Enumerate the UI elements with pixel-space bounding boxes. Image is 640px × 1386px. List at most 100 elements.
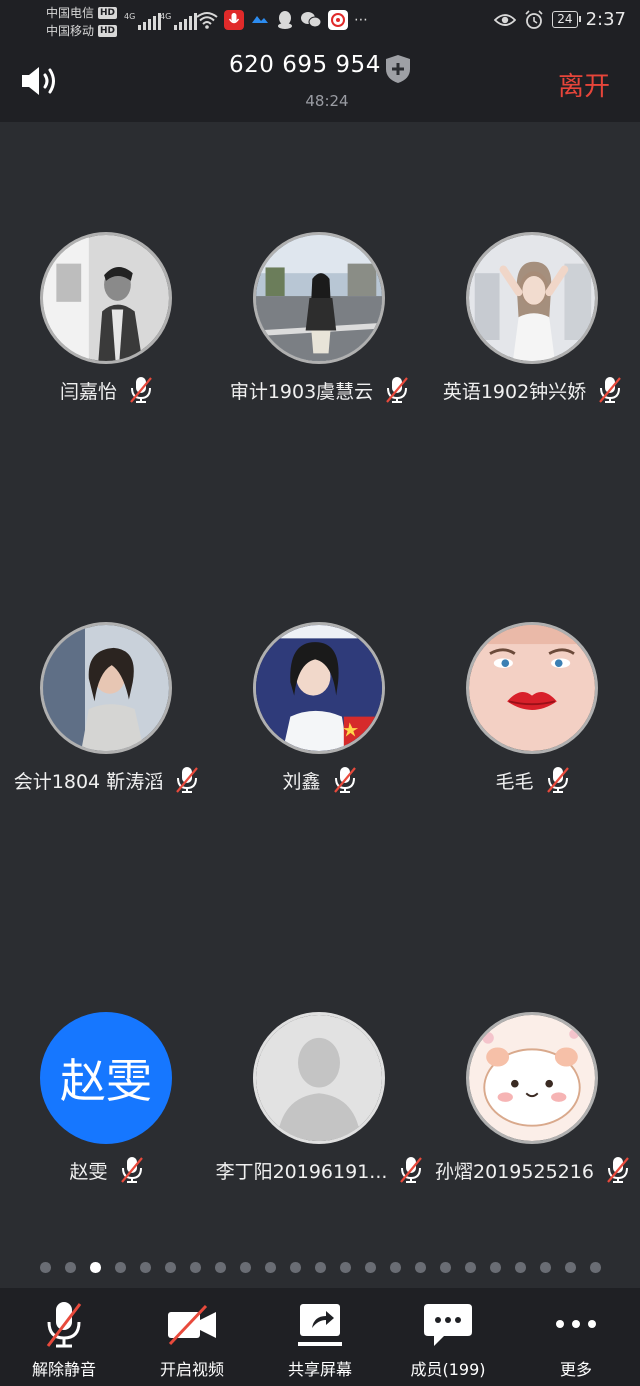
avatar (253, 622, 385, 754)
mic-muted-icon (176, 767, 199, 793)
page-dot[interactable] (465, 1262, 476, 1273)
meeting-toolbar: 解除静音 开启视频 共享屏幕 成员(199) 更多 (0, 1288, 640, 1386)
meeting-duration: 48:24 (305, 92, 349, 110)
notification-icons: ⋯ (196, 10, 368, 30)
page-dot[interactable] (565, 1262, 576, 1273)
hd-badge: HD (98, 25, 118, 37)
signal-icon: 4G (124, 12, 162, 30)
page-dot[interactable] (290, 1262, 301, 1273)
participant-name-row: 毛毛 (426, 766, 639, 794)
carrier1: 中国电信 (46, 6, 95, 20)
page-dot[interactable] (440, 1262, 451, 1273)
network-type: 4G (124, 12, 136, 21)
participant-name: 刘鑫 (282, 770, 321, 793)
share-screen-button[interactable]: 共享屏幕 (256, 1288, 384, 1386)
more-dots-icon: ⋯ (354, 12, 368, 28)
avatar (466, 232, 598, 364)
avatar (253, 1012, 385, 1144)
participant-name-row: 审计1903虞慧云 (213, 376, 426, 404)
page-dot[interactable] (515, 1262, 526, 1273)
avatar (40, 232, 172, 364)
page-dot[interactable] (190, 1262, 201, 1273)
page-dot[interactable] (540, 1262, 551, 1273)
mic-muted-icon (607, 1157, 629, 1183)
page-dot[interactable] (165, 1262, 176, 1273)
meeting-header: 620 695 954 48:24 离开 (0, 44, 640, 122)
chat-bubble-icon (424, 1304, 472, 1346)
mic-muted-icon (120, 1157, 143, 1183)
page-dot[interactable] (415, 1262, 426, 1273)
share-screen-icon (298, 1304, 342, 1346)
participant-name-row: 会计1804 靳涛滔 (0, 766, 213, 794)
clock: 2:37 (585, 9, 626, 30)
participant-name-row: 赵雯 (0, 1156, 213, 1184)
video-off-icon (168, 1304, 216, 1346)
avatar: 赵雯 (40, 1012, 172, 1144)
start-video-label: 开启视频 (159, 1360, 224, 1379)
participant-name-row: 闫嘉怡 (0, 376, 213, 404)
unmute-button[interactable]: 解除静音 (0, 1288, 128, 1386)
wechat-icon (301, 12, 322, 28)
page-dot[interactable] (240, 1262, 251, 1273)
network-type: 4G (160, 12, 172, 21)
cloud-app-icon (252, 16, 268, 23)
page-dot[interactable] (140, 1262, 151, 1273)
avatar (466, 622, 598, 754)
mic-muted-icon (46, 1302, 82, 1348)
members-label: 成员(199) (410, 1360, 486, 1379)
mic-muted-icon (386, 377, 409, 403)
unmute-label: 解除静音 (31, 1360, 96, 1379)
participant-name: 赵雯 (69, 1160, 108, 1183)
meeting-id[interactable]: 620 695 954 (229, 52, 381, 78)
signal-icon: 4G (160, 12, 198, 30)
battery-icon: 24 (552, 11, 581, 28)
participant-name-row: 英语1902钟兴娇 (426, 376, 639, 404)
participant-name: 审计1903虞慧云 (229, 380, 374, 403)
wifi-icon (196, 12, 218, 29)
more-dots-icon (556, 1320, 596, 1328)
page-dot[interactable] (340, 1262, 351, 1273)
mic-muted-icon (599, 377, 622, 403)
page-dot-active[interactable] (90, 1262, 101, 1273)
participant-name: 英语1902钟兴娇 (442, 380, 587, 403)
avatar (466, 1012, 598, 1144)
eye-icon (494, 13, 517, 26)
hd-badge: HD (98, 7, 118, 19)
page-indicator[interactable] (40, 1262, 601, 1273)
participant-grid: 闫嘉怡 审计1903虞慧云 英语1902钟兴娇 会计1804 靳涛滔 刘鑫 毛毛… (0, 122, 640, 1252)
page-dot[interactable] (265, 1262, 276, 1273)
share-screen-label: 共享屏幕 (287, 1360, 352, 1379)
carrier-info: 中国电信 HD 中国移动 HD (46, 4, 118, 40)
shield-icon[interactable] (384, 54, 412, 84)
participant-name: 李丁阳20196191... (215, 1160, 388, 1183)
status-bar: 中国电信 HD 中国移动 HD 4G 4G ⋯ 24 2:37 (0, 0, 640, 44)
participant-name-row: 孙熠2019525216 (426, 1156, 639, 1184)
leave-button[interactable]: 离开 (558, 66, 610, 103)
avatar-initials: 赵雯 (60, 1054, 152, 1108)
avatar (253, 232, 385, 364)
qq-icon (278, 11, 292, 29)
status-right: 24 2:37 (494, 9, 626, 30)
mic-muted-icon (333, 767, 356, 793)
page-dot[interactable] (40, 1262, 51, 1273)
music-app-icon (328, 10, 348, 30)
page-dot[interactable] (490, 1262, 501, 1273)
page-dot[interactable] (365, 1262, 376, 1273)
more-button[interactable]: 更多 (512, 1288, 640, 1386)
page-dot[interactable] (315, 1262, 326, 1273)
page-dot[interactable] (590, 1262, 601, 1273)
page-dot[interactable] (65, 1262, 76, 1273)
start-video-button[interactable]: 开启视频 (128, 1288, 256, 1386)
participant-name: 会计1804 靳涛滔 (13, 770, 164, 793)
recorder-app-icon (224, 10, 244, 30)
avatar (40, 622, 172, 754)
page-dot[interactable] (390, 1262, 401, 1273)
participant-name: 孙熠2019525216 (435, 1160, 594, 1183)
page-dot[interactable] (215, 1262, 226, 1273)
mic-muted-icon (546, 767, 569, 793)
participant-name: 毛毛 (495, 770, 534, 793)
mic-muted-icon (130, 377, 152, 403)
members-button[interactable]: 成员(199) (384, 1288, 512, 1386)
page-dot[interactable] (115, 1262, 126, 1273)
participant-name: 闫嘉怡 (59, 380, 117, 403)
